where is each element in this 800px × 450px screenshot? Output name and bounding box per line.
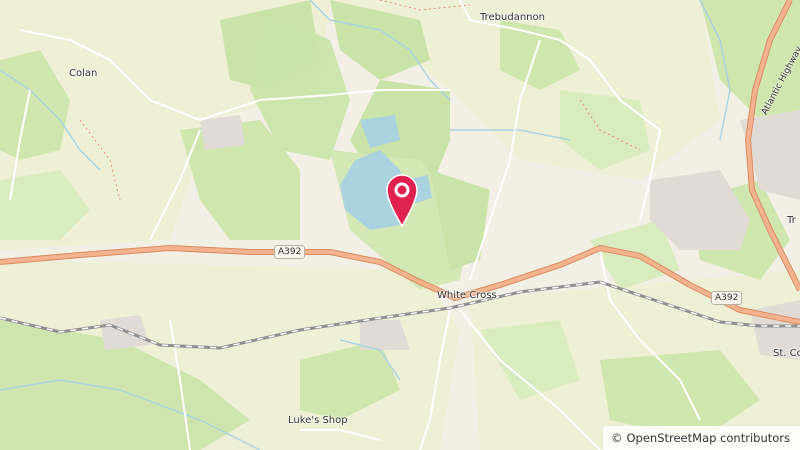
road-shield-a392-west: A392: [274, 245, 306, 259]
map-view[interactable]: Trebudannon Colan White Cross Luke's Sho…: [0, 0, 800, 450]
map-attribution: © OpenStreetMap contributors: [602, 426, 800, 450]
road-shield-a392-east: A392: [711, 291, 743, 305]
map-pin-icon[interactable]: [385, 172, 419, 228]
attribution-link[interactable]: OpenStreetMap contributors: [626, 431, 790, 445]
place-label-lukes-shop: Luke's Shop: [288, 415, 348, 426]
place-label-st-co: St. Co: [773, 348, 800, 359]
copyright-symbol: ©: [610, 431, 623, 445]
place-label-trebudannon: Trebudannon: [480, 12, 545, 23]
place-label-tr: Tr: [787, 215, 796, 226]
place-label-colan: Colan: [69, 68, 98, 79]
place-label-white-cross: White Cross: [437, 290, 497, 301]
